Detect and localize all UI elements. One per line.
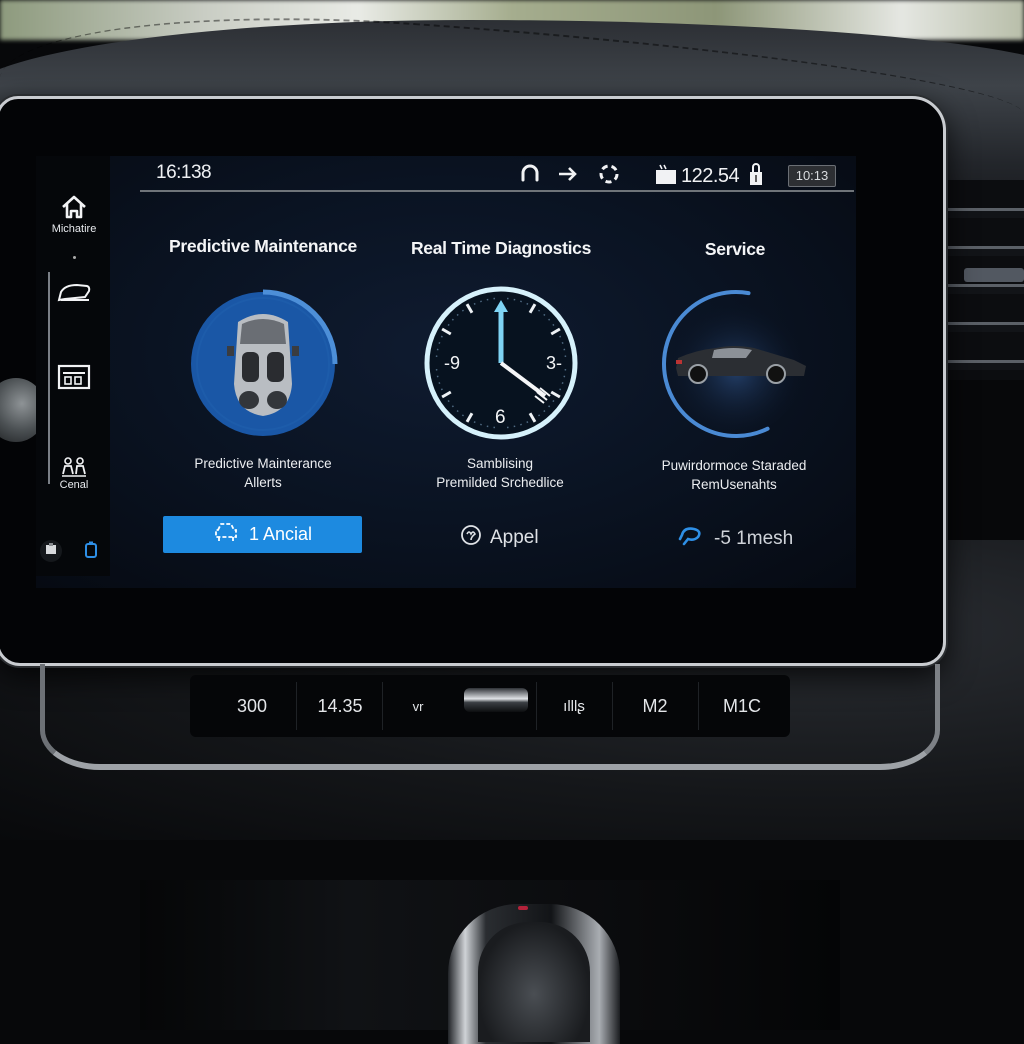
sidebar-item-schedule[interactable] (42, 363, 106, 391)
sidebar-item-vehicle[interactable] (42, 282, 106, 304)
clock-minor-tick (559, 389, 560, 390)
hw-button-2[interactable]: 14.35 (296, 682, 383, 730)
sidebar-item-label: Cenal (42, 479, 106, 491)
hw-button-5[interactable]: ılllʂ (536, 682, 611, 730)
subtitle-line: Puwirdormoce Staraded (662, 458, 807, 473)
clock-minor-tick (527, 303, 528, 304)
clock-minor-tick (441, 389, 442, 390)
clock-minor-tick (549, 406, 550, 407)
clock-minor-tick (527, 421, 528, 422)
clock-minor-tick (544, 314, 545, 315)
clock-minor-tick (553, 325, 554, 326)
people-service-icon (42, 456, 106, 478)
status-badge[interactable]: 10:13 (788, 165, 836, 187)
sidebar-indicator-dot (73, 256, 76, 259)
appeal-icon (460, 524, 482, 552)
clock-label-9: -9 (444, 353, 460, 373)
status-bar: 16:138 122.54 10:13 (140, 152, 856, 190)
clock-minor-tick (452, 319, 453, 320)
status-value: 122.54 (681, 165, 739, 188)
service-button[interactable]: -5 1mesh (678, 525, 793, 553)
appeal-button-label: Appel (490, 527, 539, 549)
sidebar-item-home[interactable]: Michatire (42, 194, 106, 235)
card-subtitle-predictive: Predictive Mainterance Allerts (160, 454, 366, 492)
clock-minor-tick (448, 401, 449, 402)
status-time: 16:138 (156, 162, 211, 184)
alerts-button[interactable]: 1 Ancial (163, 516, 362, 553)
clock-minor-tick (544, 411, 545, 412)
wrench-loop-icon (678, 525, 706, 553)
sidebar-item-cenal[interactable]: Cenal (42, 456, 106, 491)
hw-button-6[interactable]: M2 (612, 682, 697, 730)
shifter-indicator-led (518, 906, 528, 910)
car-front-icon (213, 522, 239, 547)
diagnostics-clock[interactable]: -9 3- 6 (420, 282, 582, 444)
car-outline-icon (42, 282, 106, 304)
home-icon (42, 194, 106, 220)
subtitle-line: Allerts (244, 475, 282, 490)
clock-minor-tick (539, 415, 540, 416)
subtitle-line: Premilded Srchedlice (436, 475, 564, 490)
clipboard-button[interactable] (40, 540, 62, 562)
clock-minor-tick (457, 314, 458, 315)
appeal-button[interactable]: Appel (460, 524, 539, 552)
service-progress-ring[interactable] (656, 286, 836, 446)
gear-shifter-top (478, 922, 590, 1042)
clock-minor-tick (553, 401, 554, 402)
clock-minor-tick (474, 421, 475, 422)
clipboard-icon (45, 542, 57, 560)
clock-minor-tick (474, 303, 475, 304)
service-button-label: -5 1mesh (714, 528, 793, 550)
clock-label-6: 6 (495, 407, 506, 428)
clock-minor-tick (457, 411, 458, 412)
air-vent-tab[interactable] (964, 268, 1024, 282)
hazard-switch[interactable] (464, 688, 528, 712)
hw-button-1[interactable]: 300 (210, 682, 294, 730)
subtitle-line: RemUsenahts (691, 477, 777, 492)
clock-label-3: 3- (546, 353, 562, 373)
headset-icon[interactable] (518, 162, 542, 191)
sidebar-item-label: Michatire (42, 223, 106, 235)
clock-minor-tick (463, 415, 464, 416)
clock-minor-tick (452, 406, 453, 407)
card-subtitle-service: Puwirdormoce Staraded RemUsenahts (640, 456, 828, 494)
clock-minor-tick (463, 310, 464, 311)
sync-ring-icon[interactable] (596, 162, 622, 191)
card-title-predictive: Predictive Maintenance (150, 236, 376, 257)
clock-minor-tick (441, 336, 442, 337)
card-title-diagnostics: Real Time Diagnostics (396, 238, 606, 259)
folder-icon (654, 164, 678, 191)
predictive-progress-ring[interactable] (186, 284, 342, 442)
status-divider (140, 190, 854, 192)
card-subtitle-diagnostics: Samblising Premilded Srchedlice (400, 454, 600, 492)
clock-minor-tick (559, 336, 560, 337)
padlock-icon (748, 163, 764, 192)
battery-button[interactable] (80, 541, 102, 563)
battery-icon (84, 541, 98, 564)
clock-minor-tick (448, 325, 449, 326)
calendar-panel-icon (42, 363, 106, 391)
hw-button-7[interactable]: M1C (698, 682, 785, 730)
hw-button-3[interactable]: vr (382, 682, 453, 730)
clock-minor-tick (539, 310, 540, 311)
alerts-button-label: 1 Ancial (249, 524, 312, 545)
clock-minor-tick (549, 319, 550, 320)
arrow-right-icon[interactable] (556, 162, 580, 191)
subtitle-line: Samblising (467, 456, 533, 471)
subtitle-line: Predictive Mainterance (194, 456, 331, 471)
card-title-service: Service (660, 239, 810, 260)
